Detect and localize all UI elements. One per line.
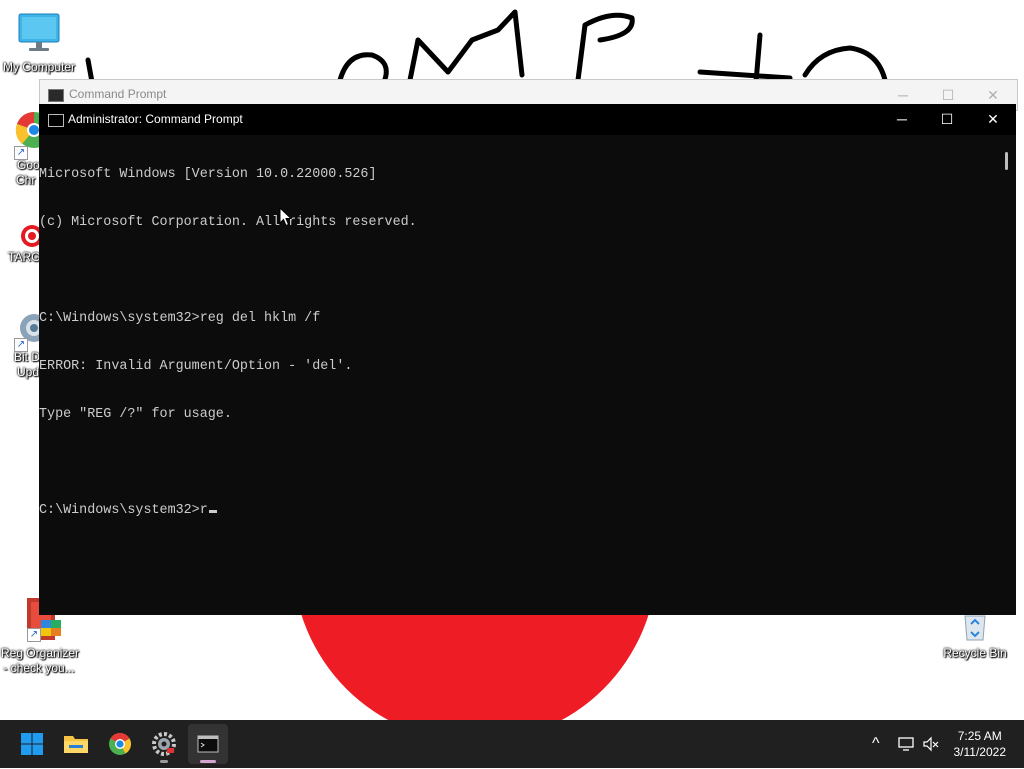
active-indicator [200,760,216,763]
target-icon [0,222,43,250]
clock-date: 3/11/2022 [953,745,1007,759]
minimize-button[interactable]: ─ [879,104,925,134]
cmd-titlebar[interactable]: Administrator: Command Prompt ─ ☐ ✕ [39,104,1016,135]
mouse-pointer-icon [279,207,293,227]
shortcut-arrow-icon: ↗ [14,146,28,160]
desktop-icon-label: Reg Organizer [1,646,80,660]
desktop-icon-label: Recycle Bin [943,646,1007,660]
desktop-icon-label: Upd [17,365,40,379]
window-title: Administrator: Command Prompt [68,112,243,126]
cmd-app-icon [48,89,64,102]
terminal-icon [197,735,219,753]
gear-icon: ↗ [0,310,48,352]
desktop-icon-label: TARG [8,250,41,264]
desktop-icon-my-computer[interactable]: My Computer [1,10,77,75]
taskbar-clock[interactable]: 7:25 AM 3/11/2022 [954,728,1007,760]
console-line: ERROR: Invalid Argument/Option - 'del'. [39,359,353,374]
desktop-icon-label: Chr [16,173,36,187]
network-icon[interactable] [897,736,915,752]
shortcut-arrow-icon: ↗ [27,628,41,642]
desktop-icon-bit-driver-updater[interactable]: ↗ Bit D Upd [0,310,48,380]
scrollbar-thumb[interactable] [1005,152,1008,170]
desktop-icon-label: Goo [17,158,40,172]
volume-muted-icon[interactable] [922,736,940,752]
clock-time: 7:25 AM [957,729,1002,743]
shortcut-arrow-icon: ↗ [14,338,28,352]
cmd-app-icon [48,114,64,127]
console-output[interactable]: Microsoft Windows [Version 10.0.22000.52… [39,135,999,615]
close-button[interactable]: ✕ [970,104,1016,134]
cmd-window[interactable]: Administrator: Command Prompt ─ ☐ ✕ Micr… [39,104,1016,615]
wallpaper-scribble [85,9,888,85]
running-indicator [160,760,168,763]
monitor-icon [15,10,63,58]
console-line: Microsoft Windows [Version 10.0.22000.52… [39,167,377,182]
start-button[interactable] [12,724,52,764]
console-line: Type "REG /?" for usage. [39,407,232,422]
taskbar-command-prompt[interactable] [188,724,228,764]
console-input-text: C:\Windows\system32>r [39,503,208,518]
gear-icon [152,732,176,756]
tray-overflow-chevron-icon[interactable]: ^ [872,735,880,753]
taskbar-file-explorer[interactable] [56,724,96,764]
desktop-icon-label: Bit D [14,350,41,364]
desktop-icon-label: My Computer [2,60,76,74]
windows-logo-icon [21,733,43,755]
desktop-icon-google-chrome[interactable]: ↗ Goo Chr [0,110,52,188]
taskbar: ^ 7:25 AM 3/11/2022 [0,720,1024,768]
maximize-button[interactable]: ☐ [924,104,970,134]
console-prompt-line[interactable]: C:\Windows\system32>r [39,503,999,519]
console-line: (c) Microsoft Corporation. All rights re… [39,215,417,230]
console-line: C:\Windows\system32>reg del hklm /f [39,311,321,326]
chrome-icon: ↗ [0,110,52,160]
text-cursor [208,510,217,513]
desktop-icon-label: - check you... [3,661,75,675]
chrome-icon [109,733,131,755]
folder-icon [64,736,88,753]
taskbar-chrome[interactable] [100,724,140,764]
taskbar-settings-app[interactable] [144,724,184,764]
window-title: Command Prompt [69,87,167,101]
desktop-icon-target[interactable]: TARG [0,222,43,265]
